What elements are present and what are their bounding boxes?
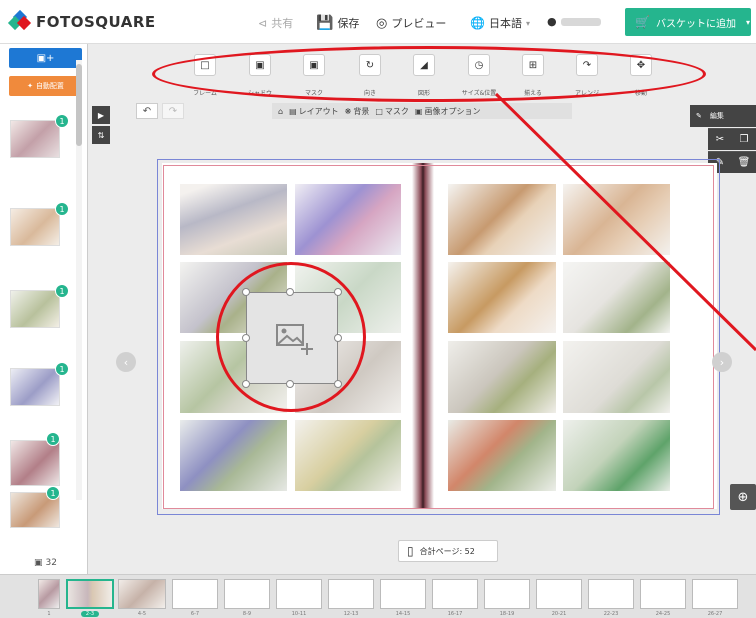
annotation-pointer-line: [494, 92, 756, 352]
